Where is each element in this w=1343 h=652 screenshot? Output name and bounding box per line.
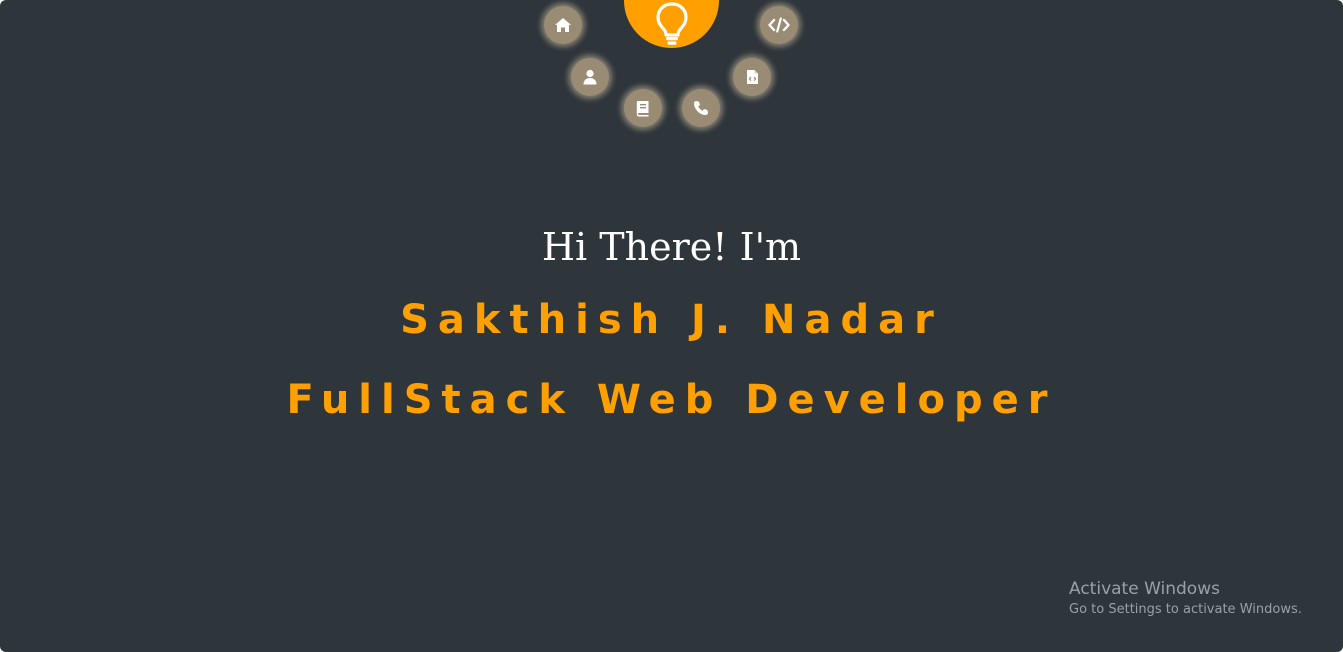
page-frame: Hi There! I'm Sakthish J. Nadar FullStac…: [0, 0, 1343, 652]
lightbulb-icon: [655, 2, 688, 45]
phone-icon: [694, 101, 708, 115]
home-icon: [555, 18, 571, 32]
watermark-title: Activate Windows: [1069, 579, 1220, 599]
activate-windows-watermark: Activate Windows Go to Settings to activ…: [1069, 578, 1302, 620]
nav-resume-button[interactable]: [733, 58, 771, 96]
nav-projects-button[interactable]: [760, 6, 798, 44]
nav-home-button[interactable]: [544, 6, 582, 44]
developer-name: Sakthish J. Nadar: [400, 297, 943, 343]
nav-contact-button[interactable]: [682, 89, 720, 127]
file-code-icon: [746, 70, 758, 84]
developer-role: FullStack Web Developer: [286, 377, 1057, 423]
book-icon: [636, 100, 649, 116]
nav-about-button[interactable]: [571, 58, 609, 96]
menu-toggle-button[interactable]: [624, 0, 719, 48]
code-icon: [768, 17, 790, 33]
watermark-subtitle: Go to Settings to activate Windows.: [1069, 602, 1302, 617]
greeting-text: Hi There! I'm: [541, 225, 802, 269]
user-icon: [583, 69, 597, 85]
nav-blog-button[interactable]: [624, 89, 662, 127]
